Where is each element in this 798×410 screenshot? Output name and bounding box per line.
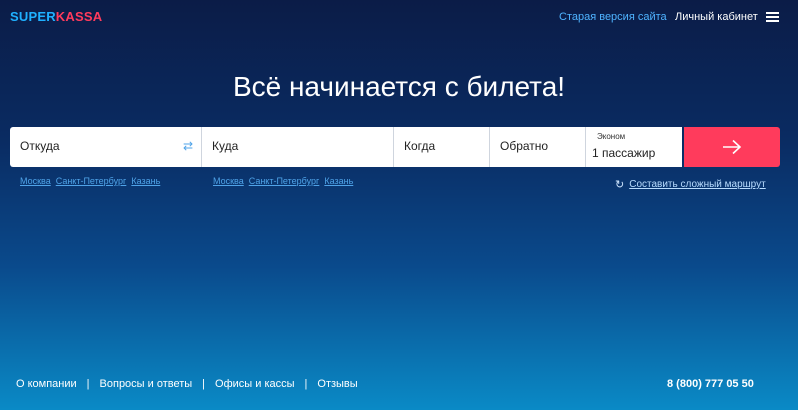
phone-number[interactable]: 8 (800) 777 05 50 <box>667 378 754 390</box>
footer-separator: | <box>202 378 206 390</box>
from-field[interactable]: Откуда ⇄ <box>10 127 202 167</box>
quick-from-cities: Москва Санкт-Петербург Казань <box>20 176 165 186</box>
return-placeholder: Обратно <box>500 139 549 153</box>
quick-to-city[interactable]: Казань <box>324 176 353 186</box>
to-placeholder: Куда <box>212 139 239 153</box>
refresh-circle-icon: ↻ <box>615 179 625 191</box>
footer-link-about[interactable]: О компании <box>16 378 77 390</box>
quick-to-city[interactable]: Санкт-Петербург <box>249 176 320 186</box>
when-field[interactable]: Когда <box>394 127 490 167</box>
footer-link-faq[interactable]: Вопросы и ответы <box>100 378 193 390</box>
header: SUPERKASSA Старая версия сайта Личный ка… <box>0 0 798 34</box>
complex-route-link[interactable]: ↻ Составить сложный маршрут <box>615 178 766 191</box>
quick-from-city[interactable]: Санкт-Петербург <box>56 176 127 186</box>
quick-to-city[interactable]: Москва <box>213 176 244 186</box>
footer-link-offices[interactable]: Офисы и кассы <box>215 378 295 390</box>
quick-from-city[interactable]: Казань <box>131 176 160 186</box>
hamburger-menu-icon[interactable] <box>766 12 779 22</box>
passengers-field[interactable]: Эконом 1 пассажир <box>586 127 682 167</box>
swap-arrows-icon[interactable]: ⇄ <box>183 139 193 153</box>
footer-link-reviews[interactable]: Отзывы <box>317 378 357 390</box>
logo-super: SUPER <box>10 9 56 24</box>
when-placeholder: Когда <box>404 139 436 153</box>
page-headline: Всё начинается с билета! <box>232 71 566 102</box>
personal-cabinet-link[interactable]: Личный кабинет <box>675 11 758 23</box>
from-placeholder: Откуда <box>20 139 60 153</box>
logo-kassa: KASSA <box>55 9 103 24</box>
old-site-link[interactable]: Старая версия сайта <box>559 11 667 23</box>
passengers-value: 1 пассажир <box>592 146 656 160</box>
search-submit-button[interactable] <box>684 127 780 167</box>
arrow-right-icon <box>723 139 742 155</box>
quick-from-city[interactable]: Москва <box>20 176 51 186</box>
logo[interactable]: SUPERKASSA <box>10 9 102 24</box>
to-field[interactable]: Куда <box>202 127 394 167</box>
search-form: Откуда ⇄ Куда Когда Обратно Эконом 1 пас… <box>10 127 780 167</box>
return-field[interactable]: Обратно <box>490 127 586 167</box>
complex-route-label: Составить сложный маршрут <box>629 179 766 190</box>
footer-separator: | <box>86 378 90 390</box>
quick-to-cities: Москва Санкт-Петербург Казань <box>213 176 358 186</box>
class-label: Эконом <box>597 132 626 141</box>
footer-separator: | <box>304 378 308 390</box>
footer-nav: О компании | Вопросы и ответы | Офисы и … <box>16 378 358 390</box>
